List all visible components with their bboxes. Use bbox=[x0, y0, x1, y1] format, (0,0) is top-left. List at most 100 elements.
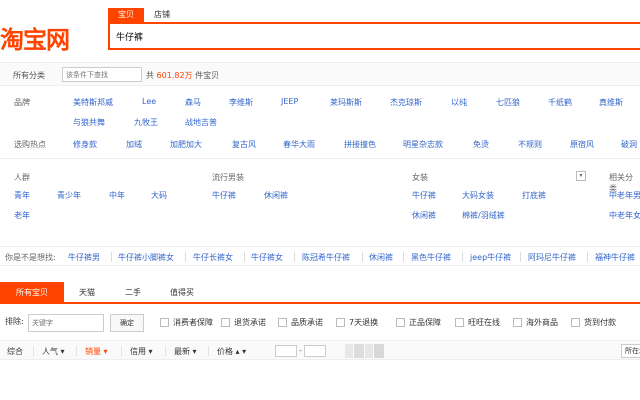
crowd-link[interactable]: 青少年 bbox=[57, 190, 81, 201]
hot-link[interactable]: 原宿风 bbox=[570, 139, 594, 150]
search-within-input[interactable] bbox=[62, 67, 142, 82]
suggestion-link[interactable]: 牛仔裤小脚裤女 bbox=[118, 252, 174, 263]
brand-link[interactable]: 七匹狼 bbox=[496, 97, 520, 108]
tab-tmall[interactable]: 天猫 bbox=[64, 282, 110, 304]
checkbox-box[interactable] bbox=[396, 318, 405, 327]
suggestion-link[interactable]: 牛仔长裤女 bbox=[193, 252, 233, 263]
hot-link[interactable]: 加绒 bbox=[126, 139, 142, 150]
divider bbox=[165, 346, 166, 356]
search-tab-items[interactable]: 宝贝 bbox=[108, 8, 144, 22]
filter-checkbox[interactable]: 旺旺在线 bbox=[455, 317, 500, 328]
suggestion-link[interactable]: 牛仔裤男 bbox=[68, 252, 100, 263]
brand-link[interactable]: 九牧王 bbox=[134, 117, 158, 128]
brand-link[interactable]: 真维斯 bbox=[599, 97, 623, 108]
related-cat-link[interactable]: 中老年男装 bbox=[609, 190, 640, 201]
location-select[interactable]: 所在地 bbox=[621, 344, 640, 358]
count-suffix: 件宝贝 bbox=[195, 71, 220, 80]
filter-checkbox[interactable]: 品质承诺 bbox=[278, 317, 323, 328]
filter-checkbox[interactable]: 海外商品 bbox=[513, 317, 558, 328]
brand-link[interactable]: JEEP bbox=[281, 97, 298, 106]
exclude-keyword-input[interactable] bbox=[28, 314, 104, 332]
search-box bbox=[108, 22, 640, 50]
crowd-link[interactable]: 青年 bbox=[14, 190, 30, 201]
brand-link[interactable]: 战地吉普 bbox=[185, 117, 217, 128]
checkbox-label: 消费者保障 bbox=[173, 318, 213, 327]
search-type-tabs: 宝贝 店铺 bbox=[108, 8, 180, 22]
filter-checkbox[interactable]: 正品保障 bbox=[396, 317, 441, 328]
divider bbox=[520, 252, 521, 262]
filter-checkbox[interactable]: 7天退换 bbox=[336, 317, 378, 328]
checkbox-box[interactable] bbox=[160, 318, 169, 327]
all-categories-link[interactable]: 所有分类 bbox=[13, 70, 45, 81]
women-link[interactable]: 打底裤 bbox=[522, 190, 546, 201]
checkbox-box[interactable] bbox=[221, 318, 230, 327]
sort-credit[interactable]: 信用 ▾ bbox=[130, 346, 153, 357]
checkbox-box[interactable] bbox=[336, 318, 345, 327]
brand-link[interactable]: 森马 bbox=[185, 97, 201, 108]
divider bbox=[244, 252, 245, 262]
divider bbox=[462, 252, 463, 262]
suggestion-link[interactable]: 福神牛仔裤 bbox=[595, 252, 635, 263]
hot-link[interactable]: 拼接撞色 bbox=[344, 139, 376, 150]
checkbox-box[interactable] bbox=[571, 318, 580, 327]
hot-link[interactable]: 免烫 bbox=[473, 139, 489, 150]
brand-link[interactable]: 以纯 bbox=[451, 97, 467, 108]
price-min-input[interactable] bbox=[275, 345, 297, 357]
crowd-link[interactable]: 大码 bbox=[151, 190, 167, 201]
sort-popularity[interactable]: 人气 ▾ bbox=[42, 346, 65, 357]
women-link[interactable]: 牛仔裤 bbox=[412, 190, 436, 201]
sort-price[interactable]: 价格 ▴ ▾ bbox=[217, 346, 246, 357]
checkbox-box[interactable] bbox=[455, 318, 464, 327]
hot-link[interactable]: 不规则 bbox=[518, 139, 542, 150]
women-link[interactable]: 大码女装 bbox=[462, 190, 494, 201]
brand-link[interactable]: 与狼共舞 bbox=[73, 117, 105, 128]
women-link[interactable]: 休闲裤 bbox=[412, 210, 436, 221]
sort-newest[interactable]: 最新 ▾ bbox=[174, 346, 197, 357]
filter-checkbox[interactable]: 消费者保障 bbox=[160, 317, 213, 328]
confirm-button[interactable]: 确定 bbox=[110, 314, 144, 332]
crowd-link[interactable]: 中年 bbox=[109, 190, 125, 201]
sort-sales[interactable]: 销量 ▾ bbox=[85, 346, 108, 357]
divider bbox=[0, 158, 640, 159]
suggestion-link[interactable]: 牛仔裤女 bbox=[251, 252, 283, 263]
hot-link[interactable]: 破洞 bbox=[621, 139, 637, 150]
brand-link[interactable]: Lee bbox=[142, 97, 156, 106]
brand-link[interactable]: 美特斯邦威 bbox=[73, 97, 113, 108]
suggestion-link[interactable]: 阿玛尼牛仔裤 bbox=[528, 252, 576, 263]
suggestion-link[interactable]: jeep牛仔裤 bbox=[470, 252, 511, 263]
men-link[interactable]: 休闲裤 bbox=[264, 190, 288, 201]
sort-default[interactable]: 综合 bbox=[7, 346, 23, 357]
brand-link[interactable]: 千纸鹤 bbox=[548, 97, 572, 108]
suggestion-link[interactable]: 休闲裤 bbox=[369, 252, 393, 263]
loading-placeholder bbox=[354, 344, 364, 358]
checkbox-box[interactable] bbox=[513, 318, 522, 327]
tab-worth-buying[interactable]: 值得买 bbox=[156, 282, 208, 304]
price-max-input[interactable] bbox=[304, 345, 326, 357]
tab-all-items[interactable]: 所有宝贝 bbox=[0, 282, 64, 304]
hot-link[interactable]: 复古风 bbox=[232, 139, 256, 150]
loading-placeholder bbox=[365, 344, 373, 358]
hot-link[interactable]: 明星杂志款 bbox=[403, 139, 443, 150]
filter-checkbox[interactable]: 货到付款 bbox=[571, 317, 616, 328]
brand-link[interactable]: 杰克琼斯 bbox=[390, 97, 422, 108]
search-tab-shops[interactable]: 店铺 bbox=[144, 8, 180, 22]
related-cat-link[interactable]: 中老年女装 bbox=[609, 210, 640, 221]
search-input[interactable] bbox=[110, 24, 640, 48]
women-link[interactable]: 棉裤/羽绒裤 bbox=[462, 210, 505, 221]
brand-link[interactable]: 莱玛斯斯 bbox=[330, 97, 362, 108]
loading-placeholder bbox=[345, 344, 353, 358]
brand-link[interactable]: 李维斯 bbox=[229, 97, 253, 108]
chevron-down-icon[interactable]: ▾ bbox=[576, 171, 586, 181]
suggestion-link[interactable]: 黑色牛仔裤 bbox=[411, 252, 451, 263]
men-link[interactable]: 牛仔裤 bbox=[212, 190, 236, 201]
hot-link[interactable]: 春华大雨 bbox=[283, 139, 315, 150]
filter-checkbox[interactable]: 退货承诺 bbox=[221, 317, 266, 328]
taobao-logo[interactable]: 淘宝网 bbox=[0, 20, 70, 55]
tab-secondhand[interactable]: 二手 bbox=[110, 282, 156, 304]
hot-link[interactable]: 修身款 bbox=[73, 139, 97, 150]
crowd-link[interactable]: 老年 bbox=[14, 210, 30, 221]
suggestion-link[interactable]: 陈冠希牛仔裤 bbox=[302, 252, 350, 263]
hot-link[interactable]: 加肥加大 bbox=[170, 139, 202, 150]
checkbox-box[interactable] bbox=[278, 318, 287, 327]
men-title: 流行男装 bbox=[212, 173, 244, 182]
